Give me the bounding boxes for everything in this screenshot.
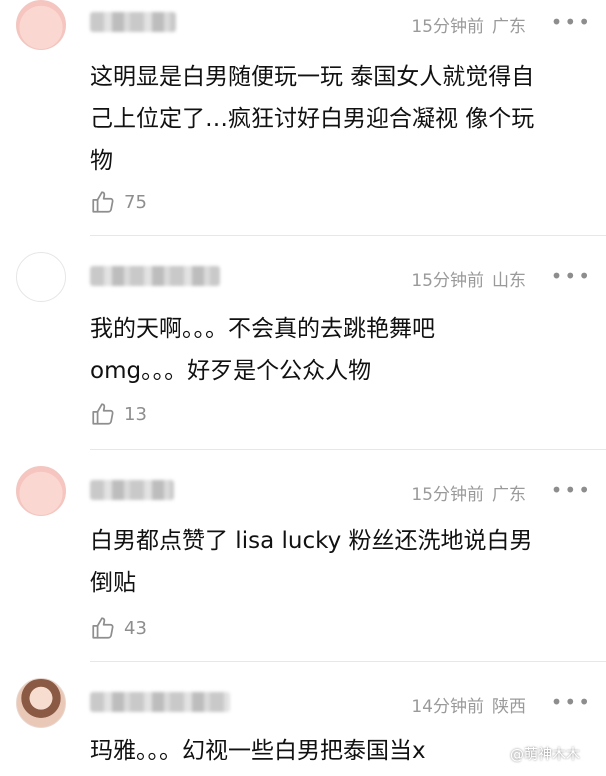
like-button[interactable]: 13 — [90, 398, 147, 430]
avatar[interactable] — [16, 678, 66, 728]
username-blurred[interactable] — [90, 692, 230, 712]
comment-item: 15分钟前 广东 ••• 白男都点赞了 lisa lucky 粉丝还洗地说白男 倒… — [0, 466, 606, 662]
comment-location: 陕西 — [492, 697, 526, 717]
avatar[interactable] — [16, 252, 66, 302]
comment-time: 15分钟前 — [411, 485, 484, 505]
comment-time: 14分钟前 — [411, 697, 484, 717]
thumbs-up-icon — [92, 617, 114, 639]
comment-text-line: 倒贴 — [90, 570, 136, 596]
username-blurred[interactable] — [90, 12, 176, 32]
comment-text-line: 白男都点赞了 lisa lucky 粉丝还洗地说白男 — [90, 528, 533, 554]
comment-text-line: 这明显是白男随便玩一玩 泰国女人就觉得自 — [90, 64, 535, 90]
like-button[interactable]: 75 — [90, 186, 147, 218]
comment-item: 15分钟前 广东 ••• 这明显是白男随便玩一玩 泰国女人就觉得自 己上位定了…疯… — [0, 0, 606, 236]
more-dots-icon[interactable]: ••• — [551, 480, 592, 500]
comment-text-line: 物 — [90, 148, 113, 174]
like-button[interactable]: 43 — [90, 612, 147, 644]
comment-item: 15分钟前 山东 ••• 我的天啊。。。不会真的去跳艳舞吧 omg。。。好歹是个公… — [0, 252, 606, 450]
comment-meta: 15分钟前 山东 — [411, 266, 526, 291]
comment-text-line: 己上位定了…疯狂讨好白男迎合凝视 像个玩 — [90, 106, 535, 132]
comment-meta: 14分钟前 陕西 — [411, 692, 526, 717]
comment-location: 山东 — [492, 271, 526, 291]
like-count: 13 — [124, 403, 147, 425]
comment-time: 15分钟前 — [411, 17, 484, 37]
comment-meta: 15分钟前 广东 — [411, 12, 526, 37]
avatar[interactable] — [16, 466, 66, 516]
divider — [90, 661, 606, 662]
username-blurred[interactable] — [90, 266, 220, 286]
comment-text: 这明显是白男随便玩一玩 泰国女人就觉得自 己上位定了…疯狂讨好白男迎合凝视 像个… — [90, 56, 590, 182]
username-blurred[interactable] — [90, 480, 174, 500]
comment-text: 我的天啊。。。不会真的去跳艳舞吧 omg。。。好歹是个公众人物 — [90, 308, 590, 392]
comment-text-line: omg。。。好歹是个公众人物 — [90, 358, 372, 384]
watermark: @萌神木木 — [510, 747, 580, 763]
comment-meta: 15分钟前 广东 — [411, 480, 526, 505]
comment-time: 15分钟前 — [411, 271, 484, 291]
comment-location: 广东 — [492, 485, 526, 505]
comment-text: 白男都点赞了 lisa lucky 粉丝还洗地说白男 倒贴 — [90, 520, 590, 604]
more-dots-icon[interactable]: ••• — [551, 266, 592, 286]
comment-location: 广东 — [492, 17, 526, 37]
divider — [90, 449, 606, 450]
more-dots-icon[interactable]: ••• — [551, 12, 592, 32]
like-count: 43 — [124, 617, 147, 639]
more-dots-icon[interactable]: ••• — [551, 692, 592, 712]
thumbs-up-icon — [92, 191, 114, 213]
avatar[interactable] — [16, 0, 66, 50]
like-count: 75 — [124, 191, 147, 213]
divider — [90, 235, 606, 236]
comment-text-line: 我的天啊。。。不会真的去跳艳舞吧 — [90, 316, 435, 342]
comment-list: 15分钟前 广东 ••• 这明显是白男随便玩一玩 泰国女人就觉得自 己上位定了…疯… — [0, 0, 606, 776]
thumbs-up-icon — [92, 403, 114, 425]
